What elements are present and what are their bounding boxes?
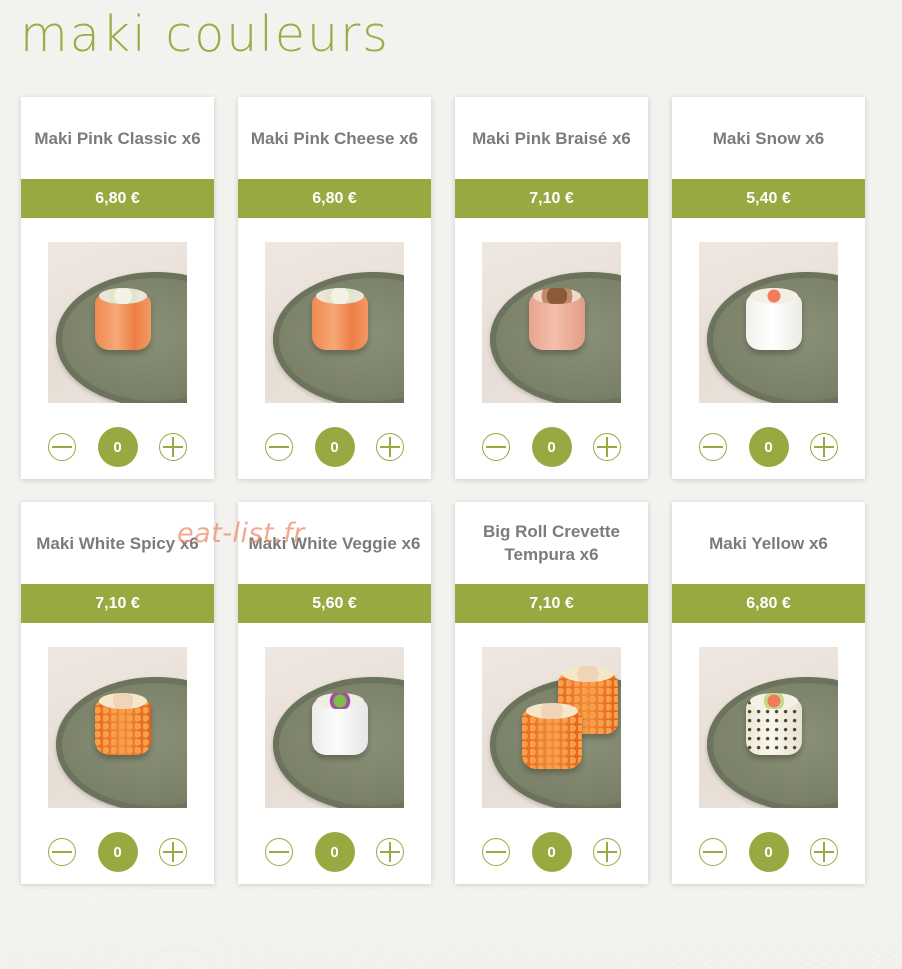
product-photo[interactable]	[265, 242, 404, 403]
increase-button[interactable]	[376, 433, 404, 461]
page-title: maki couleurs	[20, 6, 390, 63]
increase-button[interactable]	[810, 838, 838, 866]
product-card: Maki White Spicy x6 7,10 € 0	[21, 502, 214, 884]
product-card: Maki Pink Classic x6 6,80 € 0	[21, 97, 214, 479]
product-price: 6,80 €	[238, 179, 431, 218]
decrease-button[interactable]	[48, 838, 76, 866]
product-photo[interactable]	[265, 647, 404, 808]
quantity-value: 0	[314, 427, 355, 467]
background-waves	[0, 879, 902, 969]
quantity-controls: 0	[482, 832, 621, 872]
product-photo[interactable]	[482, 242, 621, 403]
product-photo[interactable]	[48, 242, 187, 403]
decrease-button[interactable]	[265, 838, 293, 866]
decrease-button[interactable]	[265, 433, 293, 461]
increase-button[interactable]	[593, 433, 621, 461]
product-name: Maki Pink Cheese x6	[250, 128, 419, 148]
quantity-controls: 0	[699, 832, 838, 872]
product-name: Maki Snow x6	[712, 128, 825, 148]
quantity-value: 0	[97, 427, 138, 467]
product-name: Maki Yellow x6	[709, 533, 828, 553]
product-price: 7,10 €	[455, 584, 648, 623]
product-price: 6,80 €	[672, 584, 865, 623]
quantity-controls: 0	[482, 427, 621, 467]
quantity-controls: 0	[265, 832, 404, 872]
product-price: 6,80 €	[21, 179, 214, 218]
decrease-button[interactable]	[482, 433, 510, 461]
product-name: Maki Pink Braisé x6	[472, 128, 631, 148]
product-price: 7,10 €	[455, 179, 648, 218]
product-name: Maki White Spicy x6	[36, 533, 199, 553]
product-name: Big Roll Crevette Tempura x6	[483, 522, 620, 564]
increase-button[interactable]	[159, 433, 187, 461]
decrease-button[interactable]	[48, 433, 76, 461]
product-photo[interactable]	[482, 647, 621, 808]
increase-button[interactable]	[593, 838, 621, 866]
quantity-value: 0	[748, 427, 789, 467]
quantity-controls: 0	[265, 427, 404, 467]
product-photo[interactable]	[48, 647, 187, 808]
product-card: Big Roll Crevette Tempura x6 7,10 € 0	[455, 502, 648, 884]
product-name: Maki Pink Classic x6	[34, 128, 201, 148]
product-photo[interactable]	[699, 647, 838, 808]
quantity-controls: 0	[699, 427, 838, 467]
increase-button[interactable]	[376, 838, 404, 866]
product-card: Maki Yellow x6 6,80 € 0	[672, 502, 865, 884]
product-card: Maki Pink Cheese x6 6,80 € 0	[238, 97, 431, 479]
product-card: Maki Pink Braisé x6 7,10 € 0	[455, 97, 648, 479]
increase-button[interactable]	[810, 433, 838, 461]
product-price: 7,10 €	[21, 584, 214, 623]
product-name: Maki White Veggie x6	[248, 533, 421, 553]
product-card: Maki White Veggie x6 5,60 € 0	[238, 502, 431, 884]
decrease-button[interactable]	[482, 838, 510, 866]
quantity-value: 0	[531, 427, 572, 467]
quantity-controls: 0	[48, 427, 187, 467]
quantity-value: 0	[531, 832, 572, 872]
quantity-value: 0	[748, 832, 789, 872]
product-grid: Maki Pink Classic x6 6,80 € 0 Maki Pink …	[21, 97, 865, 884]
product-price: 5,60 €	[238, 584, 431, 623]
product-price: 5,40 €	[672, 179, 865, 218]
decrease-button[interactable]	[699, 838, 727, 866]
product-photo[interactable]	[699, 242, 838, 403]
product-card: Maki Snow x6 5,40 € 0	[672, 97, 865, 479]
quantity-value: 0	[97, 832, 138, 872]
decrease-button[interactable]	[699, 433, 727, 461]
increase-button[interactable]	[159, 838, 187, 866]
quantity-controls: 0	[48, 832, 187, 872]
quantity-value: 0	[314, 832, 355, 872]
